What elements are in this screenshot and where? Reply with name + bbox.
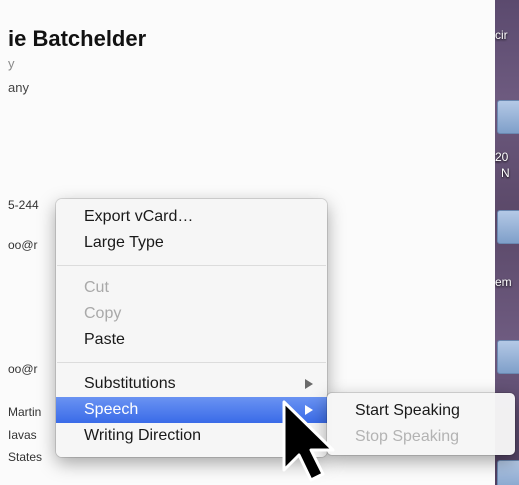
- contact-address-line-1: Martin: [8, 405, 42, 419]
- menu-item-label: Speech: [84, 401, 139, 418]
- contact-name: ie Batchelder: [8, 26, 147, 51]
- desktop-item-label[interactable]: 20: [495, 150, 519, 164]
- menu-item-export-vcard[interactable]: Export vCard…: [56, 204, 327, 230]
- arrow-cursor-icon: [282, 400, 335, 482]
- contact-title: y: [8, 56, 15, 71]
- desktop-item-label[interactable]: cir: [495, 28, 519, 42]
- folder-icon[interactable]: [497, 460, 519, 485]
- menu-item-copy: Copy: [56, 301, 327, 327]
- menu-item-substitutions[interactable]: Substitutions: [56, 371, 327, 397]
- menu-separator: [57, 265, 326, 266]
- menu-item-cut: Cut: [56, 275, 327, 301]
- submenu-arrow-icon: [305, 379, 313, 389]
- speech-submenu: Start Speaking Stop Speaking: [327, 393, 515, 455]
- menu-item-label: Stop Speaking: [355, 428, 460, 445]
- menu-item-label: Large Type: [84, 234, 164, 251]
- contact-address-line-2: Iavas: [8, 428, 37, 442]
- menu-item-label: Export vCard…: [84, 208, 194, 225]
- menu-item-start-speaking[interactable]: Start Speaking: [327, 398, 515, 424]
- desktop-item-label[interactable]: N: [501, 166, 519, 180]
- menu-item-label: Substitutions: [84, 375, 176, 392]
- menu-item-label: Paste: [84, 331, 125, 348]
- contact-email-2[interactable]: oo@r: [8, 362, 38, 376]
- menu-item-label: Writing Direction: [84, 427, 202, 444]
- contact-email[interactable]: oo@r: [8, 238, 38, 252]
- desktop-item-label[interactable]: em: [495, 275, 519, 289]
- menu-item-label: Cut: [84, 279, 109, 296]
- folder-icon[interactable]: [497, 100, 519, 134]
- contact-company: any: [8, 80, 29, 95]
- contact-phone[interactable]: 5-244: [8, 198, 39, 212]
- folder-icon[interactable]: [497, 340, 519, 374]
- menu-item-label: Copy: [84, 305, 122, 322]
- contact-address-line-3: States: [8, 450, 43, 464]
- menu-item-paste[interactable]: Paste: [56, 327, 327, 353]
- folder-icon[interactable]: [497, 210, 519, 244]
- menu-item-stop-speaking: Stop Speaking: [327, 424, 515, 450]
- menu-item-label: Start Speaking: [355, 402, 460, 419]
- menu-separator: [57, 362, 326, 363]
- menu-item-large-type[interactable]: Large Type: [56, 230, 327, 256]
